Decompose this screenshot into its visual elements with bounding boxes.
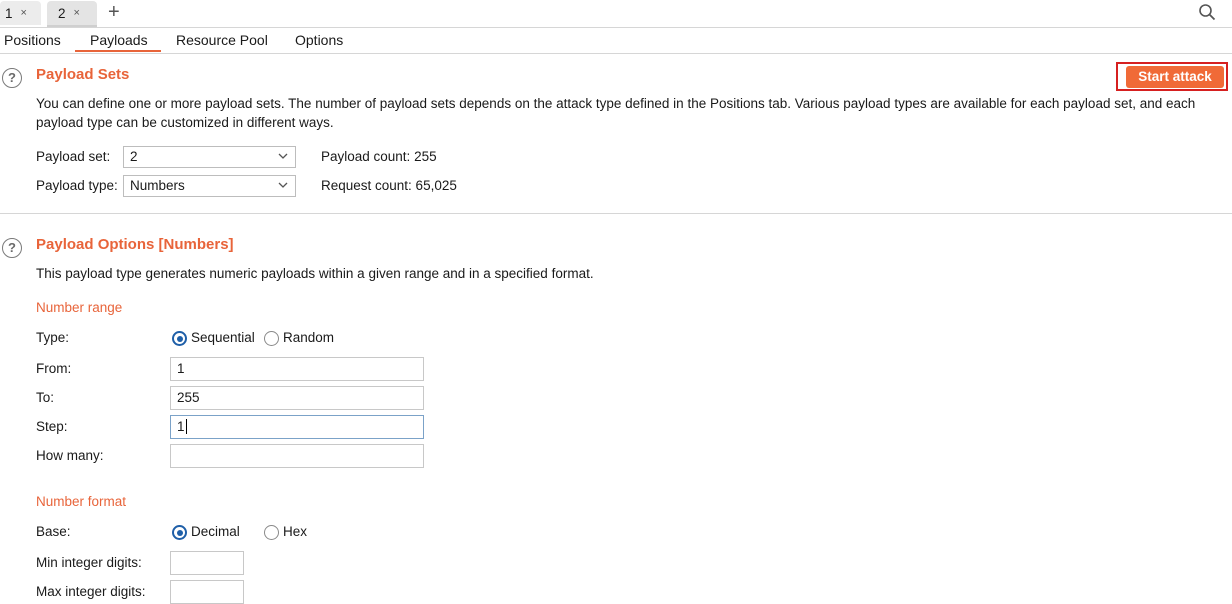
plus-icon[interactable]: + bbox=[108, 1, 120, 23]
start-attack-button[interactable]: Start attack bbox=[1126, 66, 1224, 88]
help-icon[interactable]: ? bbox=[2, 68, 22, 88]
min-integer-digits-input[interactable] bbox=[170, 551, 244, 575]
request-tab-2[interactable]: 2 × bbox=[47, 1, 97, 27]
to-label: To: bbox=[36, 390, 55, 405]
payload-options-title: Payload Options [Numbers] bbox=[36, 236, 234, 253]
subtab-bar: Positions Payloads Resource Pool Options bbox=[0, 28, 1232, 54]
how-many-input[interactable] bbox=[170, 444, 424, 468]
payload-set-value: 2 bbox=[130, 149, 138, 164]
from-label: From: bbox=[36, 361, 72, 376]
payload-type-label: Payload type: bbox=[36, 178, 118, 193]
tab-payloads[interactable]: Payloads bbox=[90, 32, 148, 48]
step-value: 1 bbox=[177, 419, 185, 434]
text-caret bbox=[185, 419, 187, 434]
type-label: Type: bbox=[36, 330, 70, 345]
tab-positions[interactable]: Positions bbox=[4, 32, 61, 48]
payload-set-select[interactable]: 2 bbox=[123, 146, 296, 168]
search-icon[interactable] bbox=[1198, 3, 1216, 21]
decimal-label[interactable]: Decimal bbox=[191, 524, 240, 539]
chevron-down-icon bbox=[278, 182, 288, 188]
active-tab-indicator bbox=[75, 50, 161, 52]
max-integer-digits-input[interactable] bbox=[170, 580, 244, 604]
request-tab-label: 1 bbox=[5, 5, 13, 21]
description-line: You can define one or more payload sets.… bbox=[36, 96, 1196, 111]
step-input[interactable]: 1 bbox=[170, 415, 424, 439]
how-many-label: How many: bbox=[36, 448, 104, 463]
close-icon[interactable]: × bbox=[21, 7, 27, 19]
payload-set-label: Payload set: bbox=[36, 149, 111, 164]
to-input[interactable]: 255 bbox=[170, 386, 424, 410]
description-line: payload type can be customized in differ… bbox=[36, 115, 334, 130]
sequential-radio[interactable] bbox=[172, 331, 187, 346]
close-icon[interactable]: × bbox=[74, 7, 80, 19]
hex-label[interactable]: Hex bbox=[283, 524, 307, 539]
from-input[interactable]: 1 bbox=[170, 357, 424, 381]
chevron-down-icon bbox=[278, 153, 288, 159]
random-radio[interactable] bbox=[264, 331, 279, 346]
base-label: Base: bbox=[36, 524, 71, 539]
request-tab-strip: 1 × 2 × + bbox=[0, 0, 1232, 28]
tab-resource-pool[interactable]: Resource Pool bbox=[176, 32, 268, 48]
payload-sets-description: You can define one or more payload sets.… bbox=[36, 94, 1228, 132]
payload-count: Payload count: 255 bbox=[321, 149, 437, 164]
max-integer-digits-label: Max integer digits: bbox=[36, 584, 146, 599]
min-integer-digits-label: Min integer digits: bbox=[36, 555, 142, 570]
section-divider bbox=[0, 213, 1232, 214]
request-count: Request count: 65,025 bbox=[321, 178, 457, 193]
decimal-radio[interactable] bbox=[172, 525, 187, 540]
tab-options[interactable]: Options bbox=[295, 32, 343, 48]
payload-options-description: This payload type generates numeric payl… bbox=[36, 266, 594, 281]
payload-sets-title: Payload Sets bbox=[36, 66, 130, 83]
step-label: Step: bbox=[36, 419, 68, 434]
number-format-heading: Number format bbox=[36, 494, 127, 509]
help-icon[interactable]: ? bbox=[2, 238, 22, 258]
sequential-label[interactable]: Sequential bbox=[191, 330, 255, 345]
payload-type-value: Numbers bbox=[130, 178, 185, 193]
hex-radio[interactable] bbox=[264, 525, 279, 540]
number-range-heading: Number range bbox=[36, 300, 123, 315]
request-tab-1[interactable]: 1 × bbox=[0, 1, 41, 25]
payload-type-select[interactable]: Numbers bbox=[123, 175, 296, 197]
request-tab-label: 2 bbox=[58, 5, 66, 21]
random-label[interactable]: Random bbox=[283, 330, 334, 345]
